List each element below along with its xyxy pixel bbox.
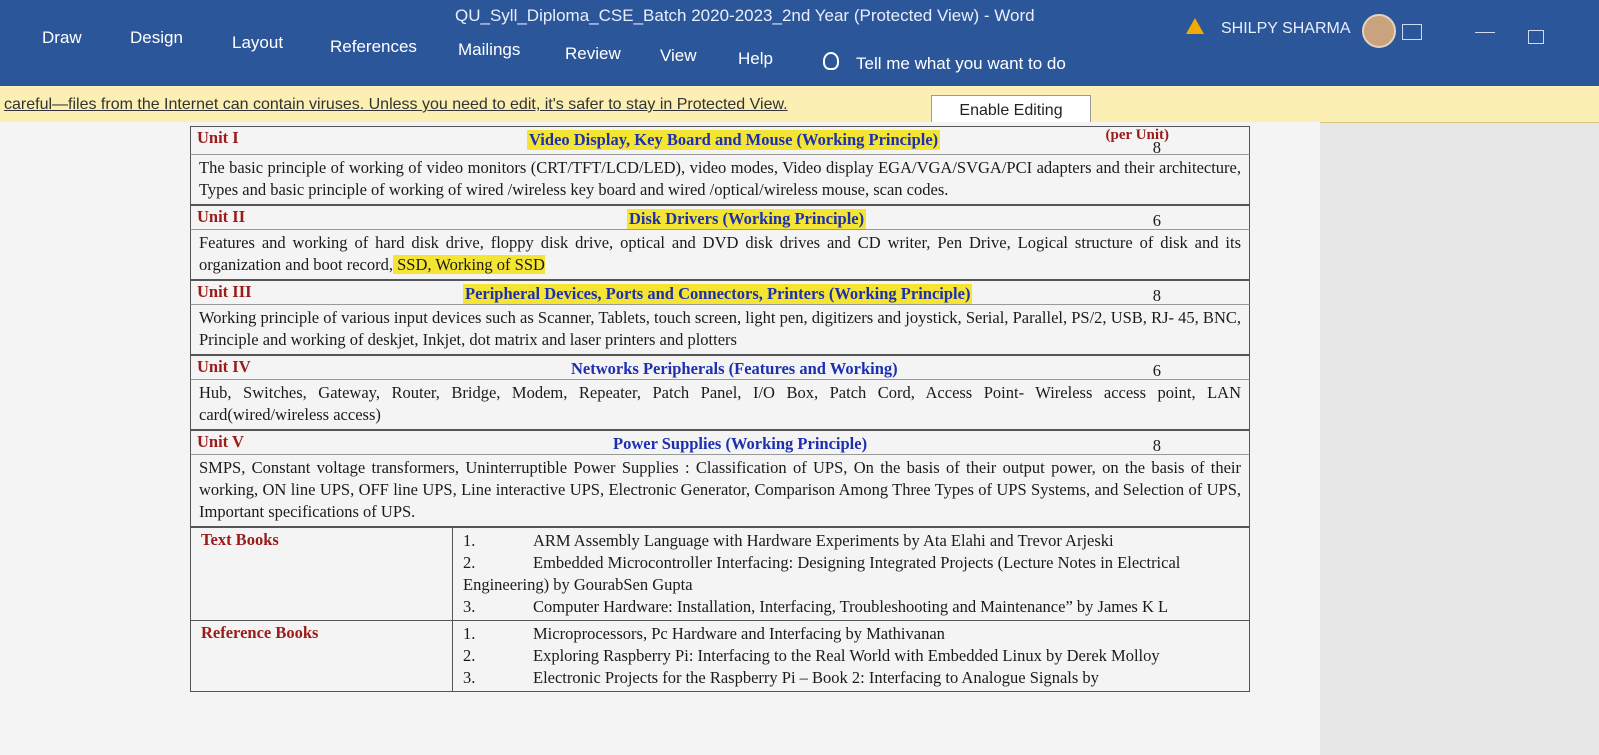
protected-view-message: careful—files from the Internet can cont…: [4, 96, 788, 113]
unit-label: Unit IV: [197, 357, 251, 376]
item-text: Electronic Projects for the Raspberry Pi…: [533, 668, 1099, 687]
tab-review[interactable]: Review: [565, 44, 621, 74]
unit-body: Features and working of hard disk drive,…: [190, 229, 1250, 280]
unit-body-text: Features and working of hard disk drive,…: [199, 233, 1241, 274]
syllabus-table: Unit I Video Display, Key Board and Mous…: [190, 126, 1250, 692]
unit-hours: 8: [1152, 138, 1161, 157]
unit-header: Unit IV Networks Peripherals (Features a…: [190, 355, 1250, 380]
item-number: 3.: [463, 597, 476, 616]
tab-mailings[interactable]: Mailings: [458, 40, 520, 70]
window-title: QU_Syll_Diploma_CSE_Batch 2020-2023_2nd …: [455, 6, 1035, 25]
ribbon: QU_Syll_Diploma_CSE_Batch 2020-2023_2nd …: [0, 0, 1599, 86]
unit-header: Unit III Peripheral Devices, Ports and C…: [190, 280, 1250, 305]
item-text: Microprocessors, Pc Hardware and Interfa…: [533, 624, 945, 643]
unit-title: Power Supplies (Working Principle): [613, 434, 868, 453]
protected-view-bar: careful—files from the Internet can cont…: [0, 86, 1599, 123]
tab-design[interactable]: Design: [130, 28, 183, 58]
item-number: 1.: [463, 531, 476, 550]
tell-me-search[interactable]: Tell me what you want to do: [856, 54, 1066, 74]
item-text: Embedded Microcontroller Interfacing: De…: [463, 553, 1181, 594]
item-text: Exploring Raspberry Pi: Interfacing to t…: [533, 646, 1160, 665]
unit-hours: 8: [1152, 436, 1161, 455]
text-books-label: Text Books: [191, 528, 453, 620]
unit-label: Unit I: [197, 128, 239, 147]
reference-books-row: Reference Books 1. Microprocessors, Pc Ha…: [190, 621, 1250, 692]
unit-body: SMPS, Constant voltage transformers, Uni…: [190, 454, 1250, 527]
list-item: 1. ARM Assembly Language with Hardware Ex…: [463, 530, 1239, 552]
unit-header: Unit II Disk Drivers (Working Principle)…: [190, 205, 1250, 230]
list-item: 3. Computer Hardware: Installation, Inter…: [463, 596, 1239, 618]
minimize-icon[interactable]: [1475, 32, 1495, 34]
avatar[interactable]: [1362, 14, 1396, 48]
item-number: 2.: [463, 553, 476, 572]
list-item: 1. Microprocessors, Pc Hardware and Inter…: [463, 623, 1239, 645]
item-text: ARM Assembly Language with Hardware Expe…: [533, 531, 1114, 550]
unit-body: The basic principle of working of video …: [190, 154, 1250, 205]
reference-books-label: Reference Books: [191, 621, 453, 691]
tab-layout[interactable]: Layout: [232, 33, 283, 63]
warning-icon[interactable]: [1186, 18, 1204, 34]
unit-header: Unit I Video Display, Key Board and Mous…: [190, 126, 1250, 150]
lightbulb-icon[interactable]: [823, 52, 839, 70]
unit-hours: 6: [1152, 361, 1161, 380]
ribbon-display-options-icon[interactable]: [1402, 24, 1422, 40]
tab-references[interactable]: References: [330, 37, 417, 67]
restore-icon[interactable]: [1528, 30, 1544, 44]
unit-label: Unit III: [197, 282, 252, 301]
item-number: 2.: [463, 646, 476, 665]
unit-title: Networks Peripherals (Features and Worki…: [571, 359, 898, 378]
user-name[interactable]: SHILPY SHARMA: [1221, 20, 1351, 38]
text-books-list: 1. ARM Assembly Language with Hardware Ex…: [453, 528, 1249, 620]
unit-label: Unit II: [197, 207, 246, 226]
list-item: 2. Embedded Microcontroller Interfacing: …: [463, 552, 1239, 596]
text-books-row: Text Books 1. ARM Assembly Language with …: [190, 527, 1250, 621]
unit-hours: 8: [1152, 286, 1161, 305]
item-number: 1.: [463, 624, 476, 643]
list-item: 2. Exploring Raspberry Pi: Interfacing to…: [463, 645, 1239, 667]
item-text: Computer Hardware: Installation, Interfa…: [533, 597, 1169, 616]
tab-help[interactable]: Help: [738, 49, 773, 79]
unit-body: Hub, Switches, Gateway, Router, Bridge, …: [190, 379, 1250, 430]
tab-draw[interactable]: Draw: [42, 28, 82, 58]
unit-title: Video Display, Key Board and Mouse (Work…: [527, 130, 941, 150]
unit-label: Unit V: [197, 432, 244, 451]
tab-view[interactable]: View: [660, 46, 697, 76]
unit-title: Disk Drivers (Working Principle): [627, 209, 867, 229]
unit-body: Working principle of various input devic…: [190, 304, 1250, 355]
reference-books-list: 1. Microprocessors, Pc Hardware and Inter…: [453, 621, 1249, 691]
highlighted-text: SSD, Working of SSD: [392, 255, 545, 274]
unit-hours: 6: [1152, 211, 1161, 230]
unit-header: Unit V Power Supplies (Working Principle…: [190, 430, 1250, 455]
item-number: 3.: [463, 668, 476, 687]
list-item: 3. Electronic Projects for the Raspberry …: [463, 667, 1239, 689]
unit-title: Peripheral Devices, Ports and Connectors…: [463, 284, 973, 304]
header-spacer: 8: [190, 138, 1250, 157]
